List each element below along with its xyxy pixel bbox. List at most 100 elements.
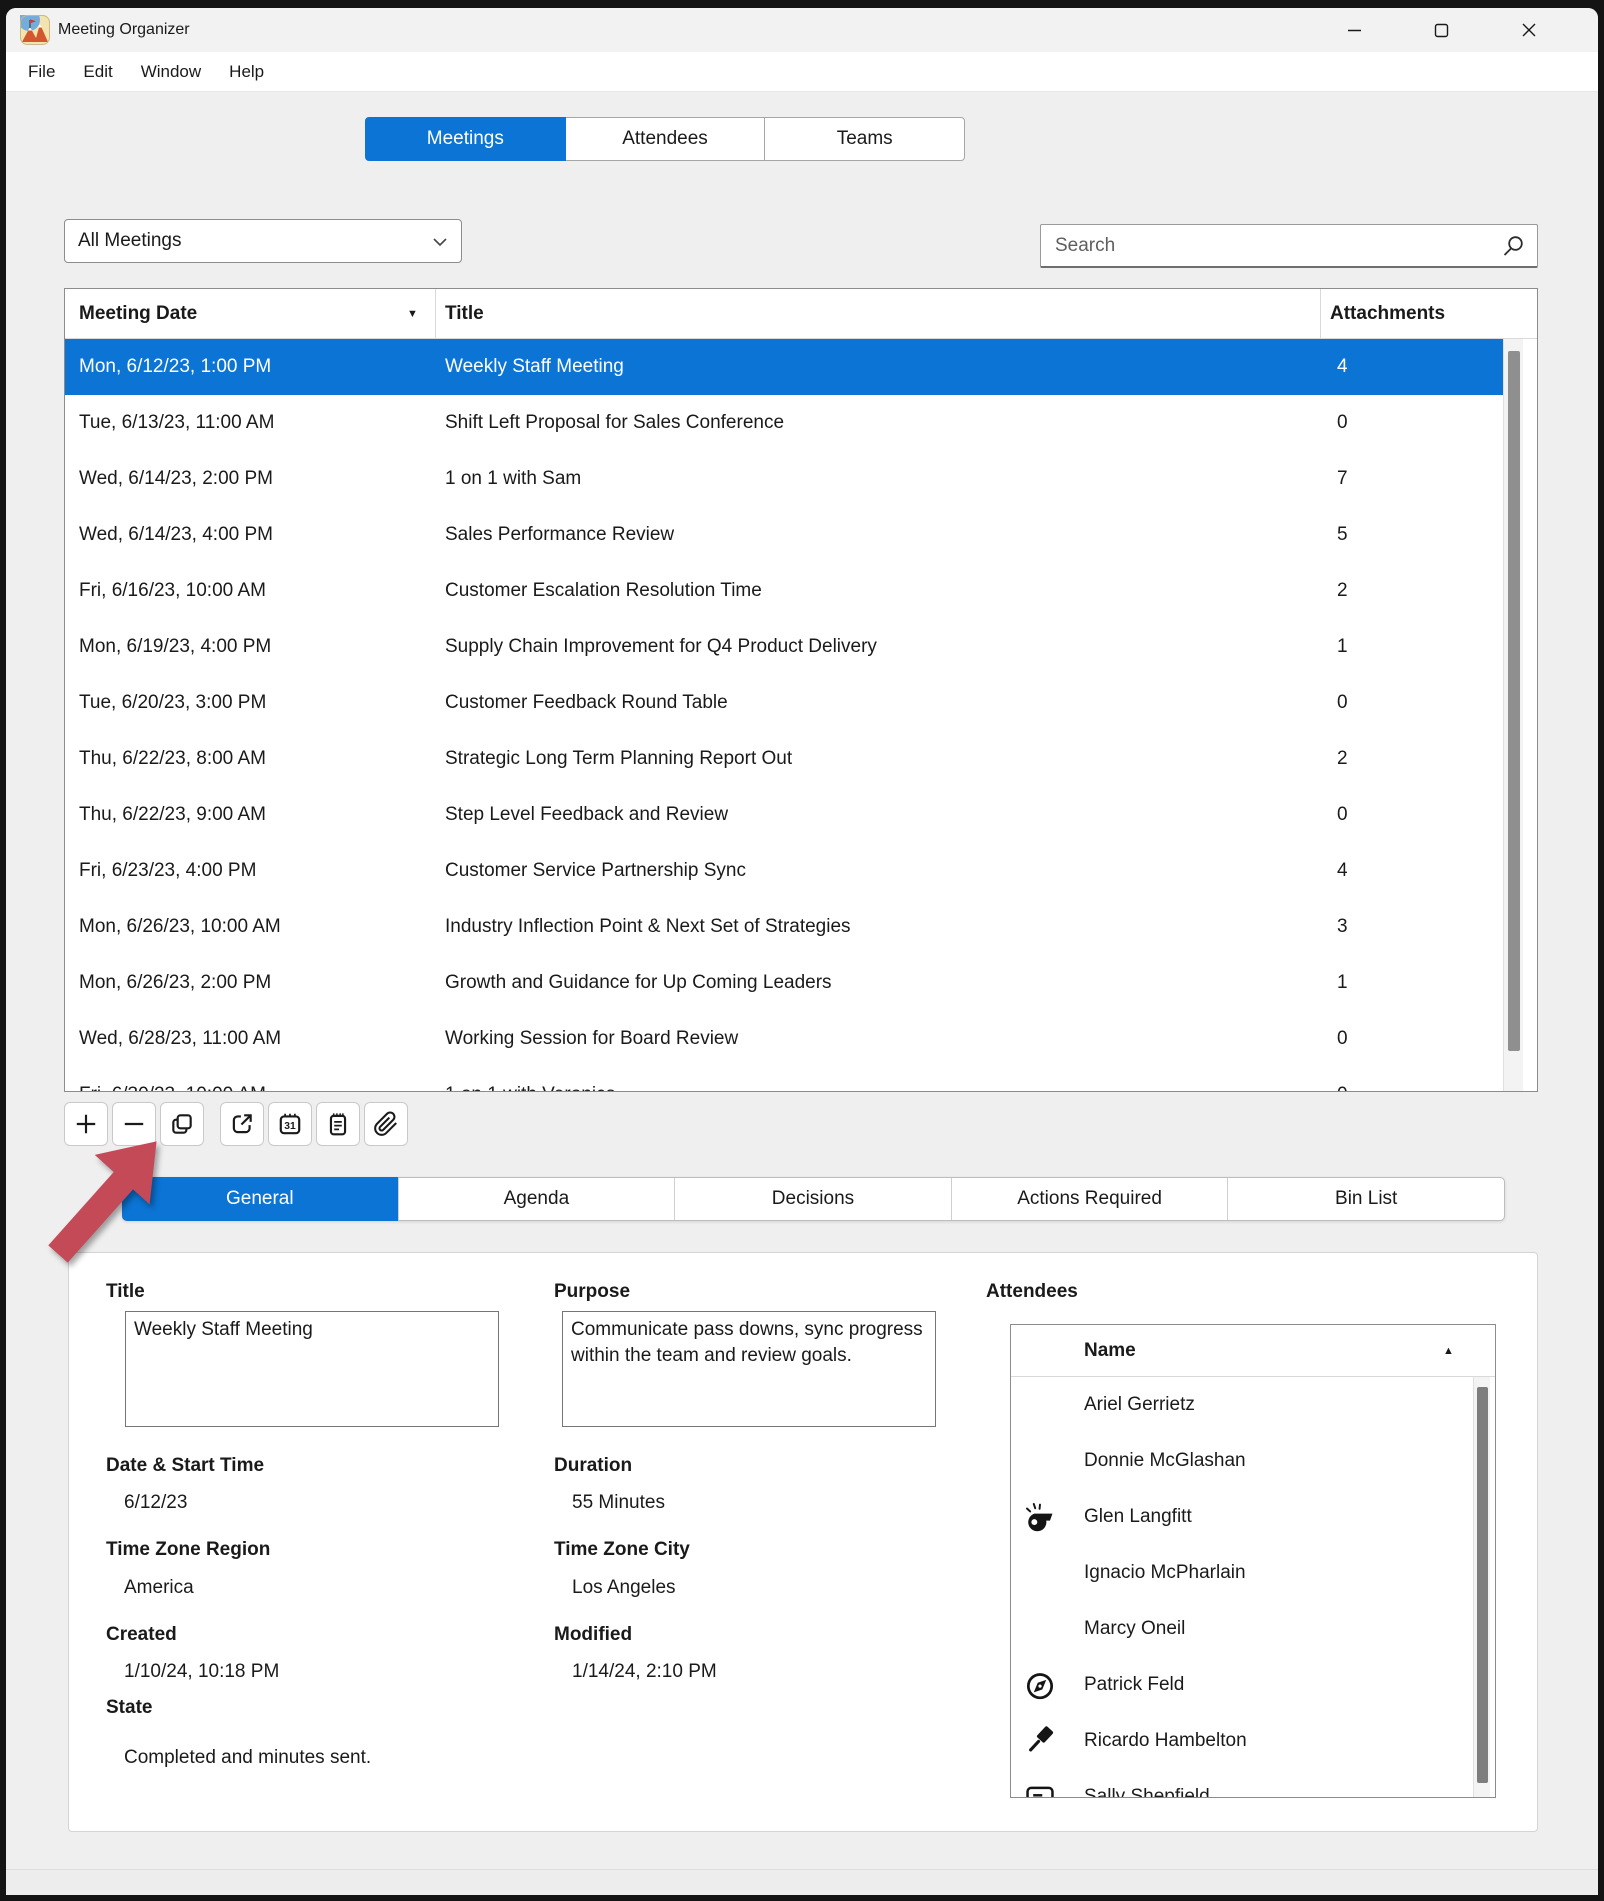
meeting-row[interactable]: Mon, 6/26/23, 10:00 AMIndustry Inflectio… [65, 899, 1505, 955]
meeting-row[interactable]: Fri, 6/30/23, 10:00 AM1 on 1 with Veroni… [65, 1067, 1505, 1092]
menu-bar: FileEditWindowHelp [6, 52, 1598, 92]
attendee-row[interactable]: Ignacio McPharlain [1011, 1545, 1461, 1601]
general-panel: Title Weekly Staff Meeting Purpose Commu… [68, 1252, 1538, 1832]
close-icon [1521, 22, 1537, 38]
duration-value: 55 Minutes [572, 1492, 665, 1514]
attendee-name-cell: Sally Shepfield [1084, 1769, 1210, 1798]
whistle-icon [1023, 1500, 1057, 1534]
attendee-row[interactable]: Ricardo Hambelton [1011, 1713, 1461, 1769]
meeting-attachments-cell: 2 [1337, 731, 1348, 787]
minus-icon [121, 1111, 147, 1137]
meeting-title-cell: Weekly Staff Meeting [445, 339, 624, 395]
meeting-row[interactable]: Fri, 6/16/23, 10:00 AMCustomer Escalatio… [65, 563, 1505, 619]
meeting-title-cell: Strategic Long Term Planning Report Out [445, 731, 792, 787]
meeting-row[interactable]: Fri, 6/23/23, 4:00 PMCustomer Service Pa… [65, 843, 1505, 899]
attendee-row[interactable]: Glen Langfitt [1011, 1489, 1461, 1545]
calendar-button[interactable]: 31 [268, 1102, 312, 1146]
tab-teams[interactable]: Teams [765, 117, 965, 161]
search-icon[interactable] [1501, 235, 1525, 259]
tab-bin-list[interactable]: Bin List [1227, 1178, 1504, 1220]
purpose-label: Purpose [554, 1281, 630, 1303]
notes-button[interactable] [316, 1102, 360, 1146]
column-divider [435, 289, 436, 339]
paperclip-icon [373, 1111, 399, 1137]
meeting-title-cell: 1 on 1 with Veronica [445, 1067, 616, 1092]
remove-meeting-button[interactable] [112, 1102, 156, 1146]
meeting-row[interactable]: Wed, 6/14/23, 2:00 PM1 on 1 with Sam7 [65, 451, 1505, 507]
tab-decisions[interactable]: Decisions [674, 1178, 951, 1220]
meeting-attachments-cell: 3 [1337, 899, 1348, 955]
meeting-row[interactable]: Thu, 6/22/23, 9:00 AMStep Level Feedback… [65, 787, 1505, 843]
title-bar: Meeting Organizer [6, 8, 1598, 52]
attendees-label: Attendees [986, 1281, 1078, 1303]
meeting-title-cell: Growth and Guidance for Up Coming Leader… [445, 955, 832, 1011]
attendee-row[interactable]: Donnie McGlashan [1011, 1433, 1461, 1489]
column-header-meeting-date[interactable]: Meeting Date [79, 289, 197, 339]
window-footer [6, 1869, 1598, 1895]
meeting-date-cell: Fri, 6/16/23, 10:00 AM [79, 563, 266, 619]
attendees-table-header: Name ▲ [1011, 1325, 1495, 1377]
attendee-row[interactable]: Patrick Feld [1011, 1657, 1461, 1713]
meeting-row[interactable]: Tue, 6/20/23, 3:00 PM Customer Feedback R… [65, 675, 1505, 731]
column-divider [1320, 289, 1321, 339]
tab-attendees[interactable]: Attendees [566, 117, 766, 161]
title-field[interactable]: Weekly Staff Meeting [125, 1311, 499, 1427]
app-window: Meeting Organizer FileEditWindowHelp Mee… [6, 8, 1598, 1895]
scrollbar-thumb[interactable] [1477, 1387, 1488, 1783]
attendee-name-cell: Patrick Feld [1084, 1657, 1184, 1713]
duplicate-meeting-button[interactable] [160, 1102, 204, 1146]
meeting-row[interactable]: Tue, 6/13/23, 11:00 AMShift Left Proposa… [65, 395, 1505, 451]
column-header-name[interactable]: Name [1084, 1325, 1136, 1377]
state-value: Completed and minutes sent. [124, 1747, 371, 1769]
tz-city-label: Time Zone City [554, 1539, 690, 1561]
modified-label: Modified [554, 1624, 632, 1646]
search-input[interactable] [1041, 225, 1537, 266]
tz-region-label: Time Zone Region [106, 1539, 270, 1561]
attendee-row[interactable]: Sally Shepfield [1011, 1769, 1461, 1798]
menu-item-edit[interactable]: Edit [69, 52, 126, 92]
meeting-date-cell: Tue, 6/20/23, 3:00 PM [79, 675, 266, 731]
state-label: State [106, 1697, 152, 1719]
tab-general[interactable]: General [122, 1177, 398, 1221]
column-header-attachments[interactable]: Attachments [1330, 289, 1445, 339]
menu-item-window[interactable]: Window [127, 52, 215, 92]
maximize-button[interactable] [1398, 8, 1485, 52]
attendee-name-cell: Glen Langfitt [1084, 1489, 1192, 1545]
tab-actions-required[interactable]: Actions Required [951, 1178, 1228, 1220]
meeting-row[interactable]: Thu, 6/22/23, 8:00 AMStrategic Long Term… [65, 731, 1505, 787]
tab-meetings[interactable]: Meetings [365, 117, 566, 161]
attendees-table: Name ▲ Ariel GerrietzDonnie McGlashanGle… [1010, 1324, 1496, 1798]
title-label: Title [106, 1281, 145, 1303]
attendee-row[interactable]: Marcy Oneil [1011, 1601, 1461, 1657]
minimize-button[interactable] [1311, 8, 1398, 52]
open-external-button[interactable] [220, 1102, 264, 1146]
attendee-row[interactable]: Ariel Gerrietz [1011, 1377, 1461, 1433]
menu-item-help[interactable]: Help [215, 52, 278, 92]
meetings-table-scrollbar[interactable] [1503, 339, 1523, 1092]
gavel-icon [1023, 1724, 1057, 1758]
meeting-row[interactable]: Mon, 6/19/23, 4:00 PMSupply Chain Improv… [65, 619, 1505, 675]
meeting-row[interactable]: Wed, 6/14/23, 4:00 PMSales Performance R… [65, 507, 1505, 563]
date-start-value: 6/12/23 [124, 1492, 187, 1514]
add-meeting-button[interactable] [64, 1102, 108, 1146]
open-external-icon [229, 1111, 255, 1137]
meetings-table-header: Meeting Date ▼ Title Attachments [65, 289, 1537, 339]
meeting-title-cell: Customer Feedback Round Table [445, 675, 728, 731]
meeting-title-cell: Customer Service Partnership Sync [445, 843, 746, 899]
tab-agenda[interactable]: Agenda [398, 1178, 675, 1220]
meeting-date-cell: Mon, 6/12/23, 1:00 PM [79, 339, 271, 395]
close-button[interactable] [1485, 8, 1572, 52]
purpose-field[interactable]: Communicate pass downs, sync progress wi… [562, 1311, 936, 1427]
column-header-title[interactable]: Title [445, 289, 484, 339]
meeting-row[interactable]: Wed, 6/28/23, 11:00 AMWorking Session fo… [65, 1011, 1505, 1067]
scrollbar-thumb[interactable] [1508, 351, 1520, 1051]
modified-value: 1/14/24, 2:10 PM [572, 1661, 717, 1683]
attendee-name-cell: Ariel Gerrietz [1084, 1377, 1195, 1433]
meeting-row-selected[interactable]: Mon, 6/12/23, 1:00 PM Weekly Staff Meetin… [65, 339, 1505, 395]
attachment-button[interactable] [364, 1102, 408, 1146]
meetings-filter-dropdown[interactable]: All Meetings [64, 219, 462, 263]
menu-item-file[interactable]: File [14, 52, 69, 92]
badge-icon [1023, 1780, 1057, 1798]
meeting-row[interactable]: Mon, 6/26/23, 2:00 PMGrowth and Guidance… [65, 955, 1505, 1011]
attendees-scrollbar[interactable] [1473, 1377, 1490, 1798]
